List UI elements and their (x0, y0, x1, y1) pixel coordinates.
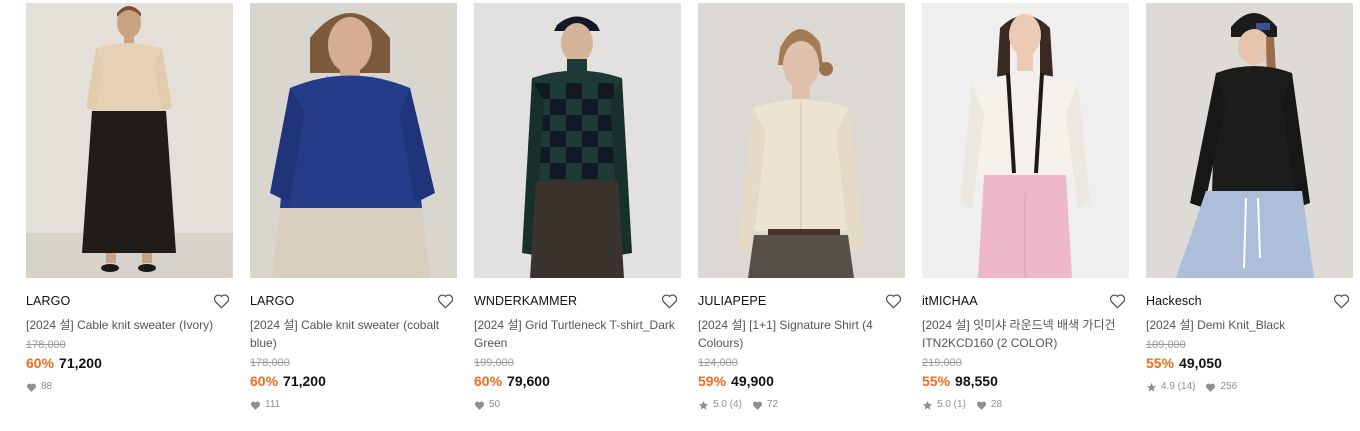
product-image[interactable] (26, 3, 233, 278)
likes-count: 50 (489, 399, 501, 410)
likes-group: 256 (1205, 381, 1237, 393)
product-image[interactable] (1146, 3, 1353, 278)
rating-group: 5.0 (1) (922, 399, 966, 411)
product-name[interactable]: [2024 설] Cable knit sweater (cobalt blue… (250, 316, 457, 352)
product-name[interactable]: [2024 설] Demi Knit_Black (1146, 316, 1353, 334)
sale-price: 71,200 (283, 373, 326, 389)
product-photo-model-grid-turtleneck (474, 3, 681, 278)
product-photo-model-blue-cable-sweater (250, 3, 457, 278)
product-name[interactable]: [2024 설] Grid Turtleneck T-shirt_Dark Gr… (474, 316, 681, 352)
rating-group: 5.0 (4) (698, 399, 742, 411)
likes-count: 28 (990, 399, 1003, 410)
product-card[interactable]: Hackesch [2024 설] Demi Knit_Black 109,00… (1146, 3, 1353, 393)
wishlist-heart-icon[interactable] (1108, 292, 1126, 310)
wishlist-heart-icon[interactable] (884, 292, 902, 310)
product-card[interactable]: LARGO [2024 설] Cable knit sweater (cobal… (250, 3, 457, 411)
price-row: 60% 71,200 (26, 354, 233, 372)
heart-filled-icon (250, 400, 261, 411)
likes-group: 88 (26, 381, 52, 393)
sale-price: 71,200 (59, 355, 102, 371)
price-row: 55% 98,550 (922, 372, 1129, 390)
price-row: 59% 49,900 (698, 372, 905, 390)
star-icon (922, 400, 933, 411)
discount-rate: 60% (250, 373, 279, 389)
brand-name[interactable]: LARGO (250, 294, 294, 308)
product-meta: 4.9 (14) 256 (1146, 381, 1353, 393)
sale-price: 49,900 (731, 373, 774, 389)
price-row: 55% 49,050 (1146, 354, 1353, 372)
product-card[interactable]: JULIAPEPE [2024 설] [1+1] Signature Shirt… (698, 3, 905, 411)
likes-count: 111 (265, 399, 281, 410)
product-name[interactable]: [2024 설] 잇미샤 라운드넥 배색 가디건 ITN2KCD160 (2 C… (922, 316, 1129, 352)
discount-rate: 55% (1146, 355, 1175, 371)
product-name[interactable]: [2024 설] Cable knit sweater (Ivory) (26, 316, 233, 334)
wishlist-heart-icon[interactable] (660, 292, 678, 310)
product-meta: 5.0 (1) 28 (922, 399, 1129, 411)
product-card[interactable]: LARGO [2024 설] Cable knit sweater (Ivory… (26, 3, 233, 393)
product-image[interactable] (250, 3, 457, 278)
likes-group: 111 (250, 399, 280, 411)
likes-count: 256 (1220, 381, 1238, 392)
brand-name[interactable]: JULIAPEPE (698, 294, 766, 308)
likes-group: 28 (976, 399, 1002, 411)
heart-filled-icon (752, 400, 763, 411)
product-meta: 111 (250, 399, 457, 411)
heart-filled-icon (976, 400, 987, 411)
price-row: 60% 71,200 (250, 372, 457, 390)
original-price: 199,000 (474, 357, 514, 369)
product-grid: LARGO [2024 설] Cable knit sweater (Ivory… (0, 0, 1360, 431)
product-photo-model-demi-knit-black (1146, 3, 1353, 278)
original-price: 124,000 (698, 357, 738, 369)
product-meta: 5.0 (4) 72 (698, 399, 905, 411)
price-row: 60% 79,600 (474, 372, 681, 390)
product-photo-model-signature-shirt (698, 3, 905, 278)
rating-value: 5.0 (1) (937, 399, 966, 410)
sale-price: 98,550 (955, 373, 998, 389)
rating-group: 4.9 (14) (1146, 381, 1195, 393)
star-icon (698, 400, 709, 411)
likes-group: 50 (474, 399, 500, 411)
discount-rate: 60% (26, 355, 55, 371)
product-image[interactable] (922, 3, 1129, 278)
original-price: 178,000 (26, 339, 66, 351)
product-meta: 50 (474, 399, 681, 411)
brand-name[interactable]: itMICHAA (922, 294, 978, 308)
product-card[interactable]: WNDERKAMMER [2024 설] Grid Turtleneck T-s… (474, 3, 681, 411)
rating-value: 5.0 (4) (713, 399, 742, 410)
heart-filled-icon (26, 382, 37, 393)
brand-name[interactable]: LARGO (26, 294, 70, 308)
product-image[interactable] (698, 3, 905, 278)
likes-count: 72 (766, 399, 779, 410)
wishlist-heart-icon[interactable] (436, 292, 454, 310)
discount-rate: 59% (698, 373, 727, 389)
star-icon (1146, 382, 1157, 393)
brand-name[interactable]: WNDERKAMMER (474, 294, 577, 308)
original-price: 109,000 (1146, 339, 1186, 351)
product-meta: 88 (26, 381, 233, 393)
likes-count: 88 (41, 381, 53, 392)
discount-rate: 55% (922, 373, 951, 389)
product-card[interactable]: itMICHAA [2024 설] 잇미샤 라운드넥 배색 가디건 ITN2KC… (922, 3, 1129, 411)
likes-group: 72 (752, 399, 778, 411)
original-price: 219,000 (922, 357, 962, 369)
heart-filled-icon (474, 400, 485, 411)
brand-name[interactable]: Hackesch (1146, 294, 1202, 308)
sale-price: 79,600 (507, 373, 550, 389)
rating-value: 4.9 (14) (1161, 381, 1196, 392)
product-image[interactable] (474, 3, 681, 278)
discount-rate: 60% (474, 373, 503, 389)
original-price: 178,000 (250, 357, 290, 369)
product-name[interactable]: [2024 설] [1+1] Signature Shirt (4 Colour… (698, 316, 905, 352)
heart-filled-icon (1205, 382, 1216, 393)
wishlist-heart-icon[interactable] (212, 292, 230, 310)
product-photo-model-ivory-cable-sweater (26, 3, 233, 278)
sale-price: 49,050 (1179, 355, 1222, 371)
wishlist-heart-icon[interactable] (1332, 292, 1350, 310)
product-photo-model-roundneck-cardigan (922, 3, 1129, 278)
